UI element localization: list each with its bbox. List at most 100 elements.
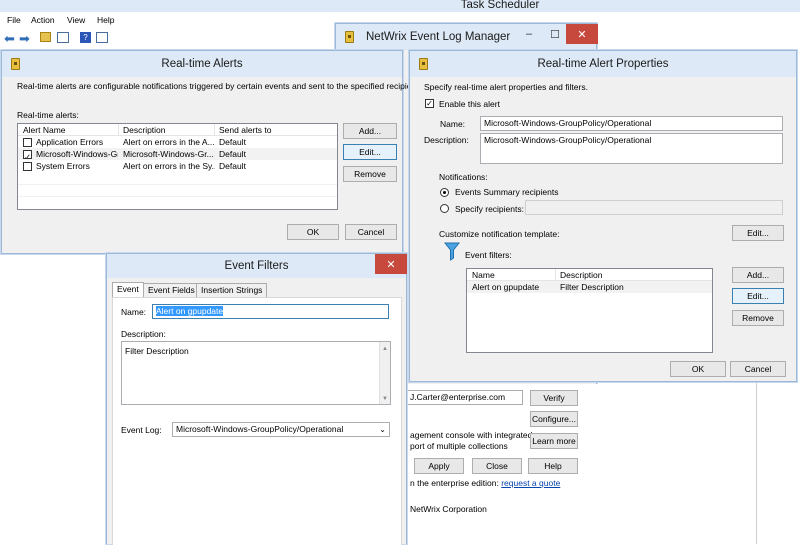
row-checkbox[interactable]: [23, 162, 32, 171]
summary-recipients-radio[interactable]: [440, 188, 449, 197]
edit-filter-button[interactable]: Edit...: [732, 288, 784, 304]
row-send-to: Default: [219, 137, 246, 147]
forward-arrow-icon[interactable]: ➡: [19, 31, 30, 47]
folder-up-icon[interactable]: [40, 32, 51, 42]
row-send-to: Default: [219, 149, 246, 159]
copyright-text: NetWrix Corporation: [410, 504, 487, 514]
task-scheduler-titlebar: [0, 0, 800, 12]
help-icon[interactable]: ?: [80, 32, 91, 43]
realtime-alerts-title: Real-time Alerts: [161, 58, 243, 70]
filter-name-label: Name:: [121, 307, 147, 317]
scroll-down-icon[interactable]: ▼: [382, 393, 388, 404]
menu-help[interactable]: Help: [97, 15, 114, 25]
list-header: Alert Name Description Send alerts to: [18, 124, 337, 136]
table-row[interactable]: System Errors Alert on errors in the Sy.…: [18, 160, 337, 172]
request-quote-link[interactable]: request a quote: [501, 478, 560, 488]
row-checkbox[interactable]: ✓: [23, 150, 32, 159]
event-log-select[interactable]: Microsoft-Windows-GroupPolicy/Operationa…: [172, 422, 390, 437]
summary-recipients-label: Events Summary recipients: [455, 187, 559, 197]
row-name: Microsoft-Windows-Gr...: [36, 149, 118, 159]
chevron-down-icon[interactable]: ⌄: [379, 423, 386, 436]
tab-event[interactable]: Event: [112, 282, 144, 298]
remove-alert-button[interactable]: Remove: [343, 166, 397, 182]
apply-button[interactable]: Apply: [414, 458, 464, 474]
maximize-button[interactable]: ☐: [542, 24, 568, 44]
column-filter-description[interactable]: Description: [556, 269, 712, 281]
filter-name-input[interactable]: Alert on gpupdate: [152, 304, 389, 319]
specify-recipients-label: Specify recipients:: [455, 204, 524, 214]
ok-button[interactable]: OK: [287, 224, 339, 240]
specify-recipients-radio[interactable]: [440, 204, 449, 213]
verify-button[interactable]: Verify: [530, 390, 578, 406]
event-filters-tabs: Event Event Fields Insertion Strings: [112, 282, 402, 298]
column-alert-name[interactable]: Alert Name: [18, 124, 119, 136]
event-filters-close-button[interactable]: ✕: [375, 254, 407, 274]
event-filters-title: Event Filters: [224, 260, 289, 272]
tab-insertion-strings[interactable]: Insertion Strings: [196, 283, 268, 297]
grid-line: [18, 184, 337, 185]
enterprise-edition-text: n the enterprise edition: request a quot…: [410, 478, 560, 488]
row-send-to: Default: [219, 161, 246, 171]
grid-line: [18, 196, 337, 197]
realtime-alerts-list[interactable]: Alert Name Description Send alerts to Ap…: [17, 123, 338, 210]
column-filter-name[interactable]: Name: [467, 269, 556, 281]
alert-properties-title: Real-time Alert Properties: [537, 58, 669, 70]
row-name: Application Errors: [36, 137, 104, 147]
toolbar: ⬅ ➡ ?: [0, 28, 340, 48]
console-tree-icon[interactable]: [57, 32, 69, 43]
alert-name-label: Name:: [440, 119, 466, 129]
enable-alert-label: Enable this alert: [439, 99, 500, 109]
close-dialog-button[interactable]: Close: [472, 458, 522, 474]
row-description: Alert on errors in the A...: [123, 137, 215, 147]
event-filters-window: Event Filters ✕ Event Event Fields Inser…: [106, 253, 407, 545]
column-send-alerts-to[interactable]: Send alerts to: [215, 124, 337, 136]
row-name: System Errors: [36, 161, 90, 171]
minimize-button[interactable]: –: [516, 24, 542, 44]
menu-view[interactable]: View: [67, 15, 85, 25]
menu-file[interactable]: File: [7, 15, 21, 25]
task-scheduler-title: Task Scheduler: [460, 0, 540, 11]
close-button[interactable]: ✕: [566, 24, 598, 44]
row-checkbox[interactable]: [23, 138, 32, 147]
add-filter-button[interactable]: Add...: [732, 267, 784, 283]
realtime-alerts-description: Real-time alerts are configurable notifi…: [17, 81, 426, 91]
event-filters-list[interactable]: Name Description Alert on gpupdate Filte…: [466, 268, 713, 353]
configure-button[interactable]: Configure...: [530, 411, 578, 427]
properties-ok-button[interactable]: OK: [670, 361, 726, 377]
template-edit-button[interactable]: Edit...: [732, 225, 784, 241]
filter-description-label: Description:: [121, 329, 166, 339]
management-text-1: agement console with integrated: [410, 430, 533, 440]
event-tab-panel: Name: Alert on gpupdate Description: Fil…: [112, 297, 402, 545]
filter-description-textarea[interactable]: Filter Description ▲ ▼: [121, 341, 391, 405]
funnel-icon: [444, 242, 460, 261]
action-pane-icon[interactable]: [96, 32, 108, 43]
help-button[interactable]: Help: [528, 458, 578, 474]
alert-name-input[interactable]: Microsoft-Windows-GroupPolicy/Operationa…: [480, 116, 783, 131]
filter-list-header: Name Description: [467, 269, 712, 281]
learn-more-button[interactable]: Learn more: [530, 433, 578, 449]
cancel-button[interactable]: Cancel: [345, 224, 397, 240]
edit-alert-button[interactable]: Edit...: [343, 144, 397, 160]
back-arrow-icon[interactable]: ⬅: [4, 31, 15, 47]
table-row[interactable]: Application Errors Alert on errors in th…: [18, 136, 337, 148]
email-input[interactable]: J.Carter@enterprise.com: [408, 390, 523, 405]
add-alert-button[interactable]: Add...: [343, 123, 397, 139]
recipients-input[interactable]: [525, 200, 783, 215]
realtime-alerts-body: Real-time alerts are configurable notifi…: [2, 77, 425, 253]
alert-description-textarea[interactable]: Microsoft-Windows-GroupPolicy/Operationa…: [480, 133, 783, 164]
column-description[interactable]: Description: [119, 124, 215, 136]
realtime-alerts-window: Real-time Alerts Real-time alerts are co…: [1, 50, 425, 254]
table-row[interactable]: ✓ Microsoft-Windows-Gr... Microsoft-Wind…: [18, 148, 337, 160]
netwrix-titlebar: NetWrix Event Log Manager – ☐ ✕: [336, 24, 598, 50]
enable-alert-checkbox[interactable]: ✓: [425, 99, 434, 108]
alert-properties-titlebar: Real-time Alert Properties: [410, 51, 796, 77]
remove-filter-button[interactable]: Remove: [732, 310, 784, 326]
menu-action[interactable]: Action: [31, 15, 55, 25]
properties-cancel-button[interactable]: Cancel: [730, 361, 786, 377]
enterprise-text: n the enterprise edition:: [410, 478, 499, 488]
tab-event-fields[interactable]: Event Fields: [143, 283, 200, 297]
scroll-up-icon[interactable]: ▲: [382, 343, 388, 355]
realtime-alerts-list-label: Real-time alerts:: [17, 110, 79, 120]
table-row[interactable]: Alert on gpupdate Filter Description: [467, 281, 712, 293]
event-log-value: Microsoft-Windows-GroupPolicy/Operationa…: [176, 424, 344, 434]
